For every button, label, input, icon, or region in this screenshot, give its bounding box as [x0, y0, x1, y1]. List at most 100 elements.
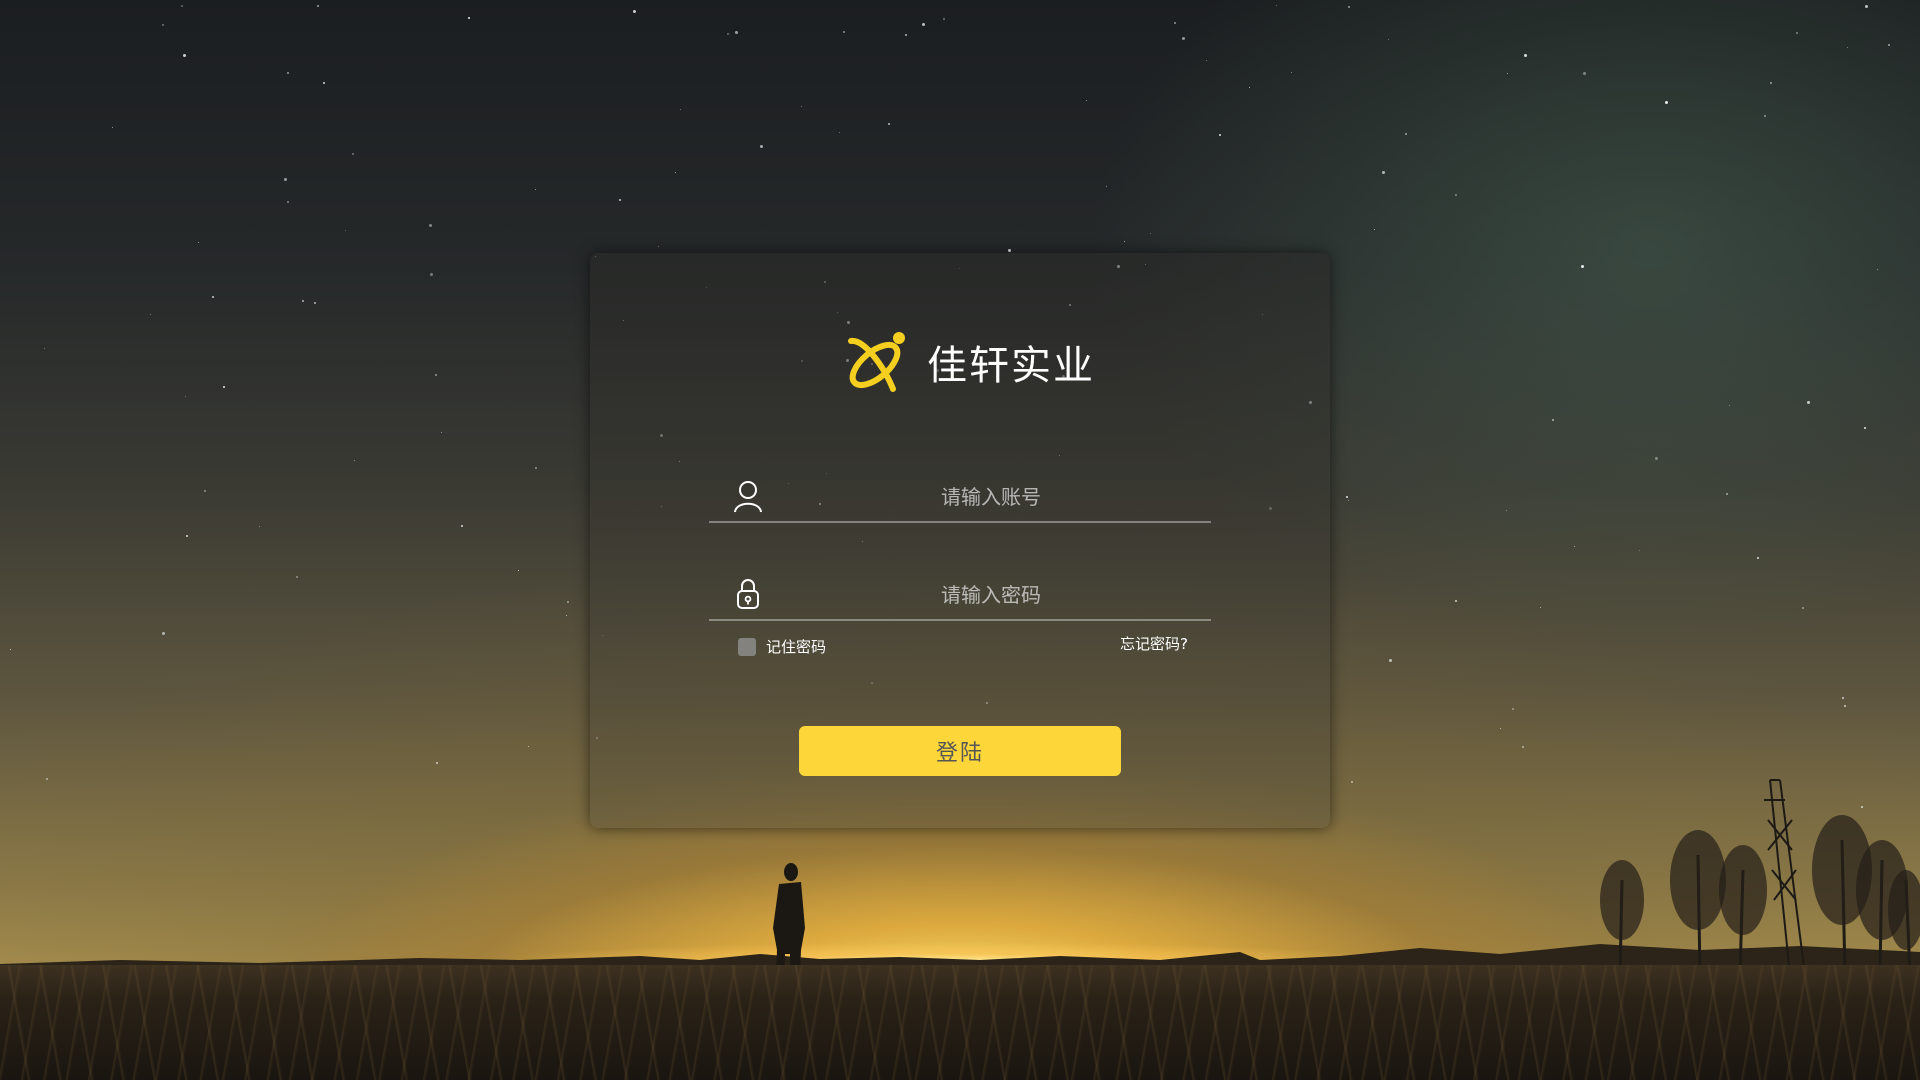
star [181, 5, 183, 7]
login-card: 佳轩实业 记住密码 忘记密码? 登陆 [590, 253, 1330, 828]
forgot-password-link[interactable]: 忘记密码? [1120, 633, 1188, 654]
star [162, 632, 165, 635]
star [839, 132, 840, 133]
star [1802, 607, 1804, 609]
star [435, 374, 437, 376]
password-input[interactable] [769, 573, 1213, 617]
star [468, 17, 470, 19]
star [1877, 269, 1878, 270]
star [223, 386, 225, 388]
star [1574, 546, 1575, 547]
star [680, 109, 681, 110]
account-field [709, 473, 1213, 523]
star [259, 526, 260, 527]
star [430, 273, 433, 276]
star [1249, 87, 1250, 88]
brand: 佳轩实业 [845, 329, 1095, 395]
star [1842, 697, 1844, 699]
star [528, 746, 529, 747]
star [296, 576, 298, 578]
star [1764, 115, 1766, 117]
star [1847, 47, 1848, 48]
star [354, 460, 355, 461]
star [922, 23, 925, 26]
star [1150, 233, 1151, 234]
star [727, 33, 729, 35]
star [112, 127, 113, 128]
star [760, 145, 763, 148]
star [302, 300, 304, 302]
star [518, 570, 519, 571]
star [441, 432, 442, 433]
star [1182, 37, 1185, 40]
trees-and-tower-silhouette [1600, 779, 1920, 975]
star [658, 246, 659, 247]
star [1639, 550, 1640, 551]
star [1583, 72, 1586, 75]
star [314, 302, 316, 304]
remember-password[interactable]: 记住密码 [738, 636, 826, 657]
star [1507, 73, 1508, 74]
star [1174, 22, 1176, 24]
star [287, 72, 289, 74]
star [46, 778, 48, 780]
star [675, 172, 676, 173]
star [436, 762, 438, 764]
star [198, 242, 199, 243]
star [1522, 746, 1524, 748]
star [735, 31, 738, 34]
star [183, 54, 186, 57]
lock-icon [737, 579, 759, 609]
star [535, 467, 537, 469]
star [1726, 493, 1728, 495]
star [1665, 101, 1668, 104]
star [1540, 607, 1541, 608]
star [843, 31, 845, 33]
star [1382, 171, 1385, 174]
star [1374, 229, 1375, 230]
star [1106, 186, 1107, 187]
atom-orbit-logo-icon [848, 332, 905, 392]
star [943, 18, 945, 20]
star [1389, 659, 1392, 662]
star [905, 34, 907, 36]
star [1086, 100, 1087, 101]
star [1844, 705, 1846, 707]
star [1655, 457, 1658, 460]
star [1008, 249, 1011, 252]
star [1388, 39, 1389, 40]
star [287, 201, 289, 203]
star [1346, 496, 1348, 498]
remember-checkbox[interactable] [738, 637, 756, 656]
password-field [709, 571, 1213, 621]
star [323, 82, 325, 84]
star [1506, 510, 1507, 511]
star [44, 348, 45, 349]
star [162, 24, 164, 26]
star [1276, 5, 1277, 6]
star [1552, 419, 1554, 421]
star [317, 5, 319, 7]
user-icon [734, 481, 762, 513]
login-button[interactable]: 登陆 [799, 726, 1121, 776]
star [1455, 194, 1457, 196]
star [461, 525, 463, 527]
star [212, 296, 214, 298]
star [345, 230, 346, 231]
star [1888, 44, 1890, 46]
star [352, 153, 354, 155]
star [10, 649, 11, 650]
star [1865, 5, 1868, 8]
star [429, 224, 432, 227]
star [1348, 6, 1350, 8]
star [1524, 54, 1527, 57]
star [1219, 134, 1221, 136]
account-input[interactable] [769, 475, 1213, 519]
star [186, 535, 188, 537]
star [1500, 728, 1501, 729]
star [1348, 500, 1349, 501]
star [633, 10, 636, 13]
star [284, 178, 287, 181]
star [1206, 60, 1207, 61]
star [801, 106, 802, 107]
